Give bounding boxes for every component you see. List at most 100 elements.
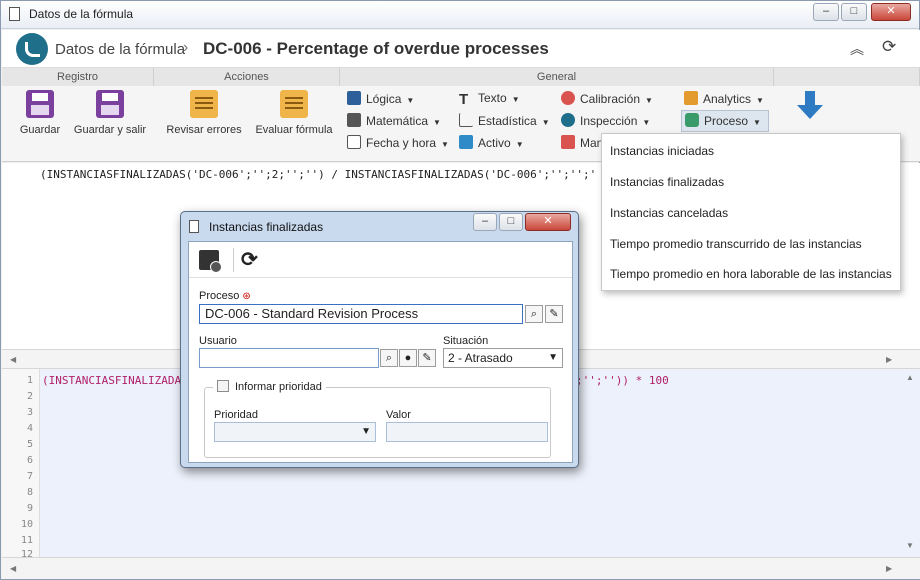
group-export-title (774, 68, 920, 86)
line-number: 2 (26, 391, 33, 402)
chevron-down-icon: ▼ (361, 426, 371, 437)
line-number: 9 (26, 503, 33, 514)
save-button[interactable]: Guardar (15, 90, 65, 136)
menu-item-instancias-canceladas[interactable]: Instancias canceladas (610, 206, 728, 220)
proceso-menu[interactable]: Proceso ▼ (681, 110, 769, 132)
valor-field[interactable] (386, 422, 548, 442)
text-t-icon: T (459, 91, 469, 108)
group-acciones-title: Acciones (154, 68, 340, 86)
minimize-button[interactable]: – (813, 3, 839, 21)
menu-item-instancias-iniciadas[interactable]: Instancias iniciadas (610, 144, 714, 158)
maintenance-icon (561, 135, 575, 149)
prioridad-label: Prioridad (214, 409, 259, 421)
line-chart-icon (459, 113, 473, 127)
estadistica-menu[interactable]: Estadística ▼ (459, 113, 550, 133)
dialog-maximize-button[interactable]: □ (499, 213, 523, 231)
menu-item-instancias-finalizadas[interactable]: Instancias finalizadas (610, 175, 724, 189)
instancias-dialog: Instancias finalizadas – □ ✕ ⟳ Proceso ⊛… (180, 211, 579, 468)
maximize-button[interactable]: □ (841, 3, 867, 21)
line-number-gutter: 1 2 3 4 5 6 7 8 9 10 11 12 (2, 369, 40, 560)
save-close-icon[interactable] (199, 250, 222, 273)
toolbar-divider (233, 248, 234, 272)
line-number: 1 (26, 375, 33, 386)
document-icon (9, 7, 20, 21)
save-exit-icon (96, 90, 124, 118)
dialog-toolbar: ⟳ (189, 242, 572, 278)
fecha-hora-menu[interactable]: Fecha y hora ▼ (347, 135, 449, 155)
logica-menu[interactable]: Lógica ▼ (347, 91, 414, 111)
editor-hscrollbar[interactable]: ◀ ▶ (2, 557, 920, 579)
texto-menu[interactable]: T Texto ▼ (459, 91, 520, 111)
close-button[interactable]: ✕ (871, 3, 911, 21)
required-icon: ⊛ (242, 291, 251, 302)
scroll-right-icon[interactable]: ▶ (886, 355, 892, 364)
dialog-body: ⟳ Proceso ⊛ DC-006 - Standard Revision P… (188, 241, 573, 463)
menu-item-tiempo-transcurrido[interactable]: Tiempo promedio transcurrido de las inst… (610, 237, 862, 251)
line-number: 11 (20, 535, 33, 546)
analytics-icon (684, 91, 698, 105)
dialog-minimize-button[interactable]: – (473, 213, 497, 231)
dialog-close-button[interactable]: ✕ (525, 213, 571, 231)
group-registro-title: Registro (2, 68, 154, 86)
line-number: 4 (26, 423, 33, 434)
informar-prioridad-legend: Informar prioridad (213, 379, 326, 393)
scroll-right-icon[interactable]: ▶ (886, 564, 892, 573)
scroll-down-icon[interactable]: ▼ (906, 541, 914, 550)
calibracion-menu[interactable]: Calibración ▼ (561, 91, 653, 111)
line-number: 3 (26, 407, 33, 418)
page-header: Datos de la fórmula › DC-006 - Percentag… (2, 30, 920, 68)
usuario-field[interactable] (199, 348, 379, 368)
menu-item-tiempo-laborable[interactable]: Tiempo promedio en hora laborable de las… (610, 267, 892, 281)
scroll-left-icon[interactable]: ◀ (10, 355, 16, 364)
line-number: 5 (26, 439, 33, 450)
evaluate-formula-button[interactable]: Evaluar fórmula (254, 90, 334, 136)
scroll-left-icon[interactable]: ◀ (10, 564, 16, 573)
title-bar: Datos de la fórmula – □ ✕ (1, 1, 919, 29)
book-icon (347, 91, 361, 105)
situacion-select[interactable]: 2 - Atrasado ▼ (443, 348, 563, 368)
search-icon[interactable]: ⌕ (525, 305, 543, 323)
save-exit-button[interactable]: Guardar y salir (70, 90, 150, 136)
gauge-icon (561, 91, 575, 105)
chevron-down-icon: ▼ (548, 352, 558, 363)
process-icon (685, 113, 699, 127)
line-number: 6 (26, 455, 33, 466)
search-icon[interactable]: ⌕ (380, 349, 398, 367)
export-arrow-icon[interactable] (797, 91, 823, 121)
matematica-menu[interactable]: Matemática ▼ (347, 113, 441, 133)
line-number: 8 (26, 487, 33, 498)
scroll-play-icon (280, 90, 308, 118)
dialog-title: Instancias finalizadas (209, 220, 324, 234)
window-title: Datos de la fórmula (29, 7, 134, 21)
informar-prioridad-checkbox[interactable] (217, 380, 229, 392)
line-number: 10 (20, 519, 33, 530)
calculator-icon (347, 113, 361, 127)
inspeccion-menu[interactable]: Inspección ▼ (561, 113, 650, 133)
line-number: 7 (26, 471, 33, 482)
situacion-label: Situación (443, 335, 489, 347)
proceso-label: Proceso ⊛ (199, 290, 251, 302)
refresh-icon[interactable]: ⟳ (882, 37, 896, 57)
valor-label: Valor (386, 409, 411, 421)
page-title: DC-006 - Percentage of overdue processes (203, 39, 549, 58)
collapse-icon[interactable]: ︽ (850, 39, 864, 59)
activo-menu[interactable]: Activo ▼ (459, 135, 524, 155)
clear-icon[interactable]: ✎ (545, 305, 563, 323)
review-errors-button[interactable]: Revisar errores (164, 90, 244, 136)
save-icon (26, 90, 54, 118)
group-general-title: General (340, 68, 774, 86)
breadcrumb-separator-icon: › (183, 39, 189, 56)
editor-line-start: (INSTANCIASFINALIZADAS (42, 374, 188, 387)
formula-text: (INSTANCIASFINALIZADAS('DC-006';'';2;'';… (40, 168, 597, 181)
usuario-label: Usuario (199, 335, 237, 347)
proceso-field[interactable]: DC-006 - Standard Revision Process (199, 304, 523, 324)
refresh-icon[interactable]: ⟳ (241, 247, 258, 272)
clear-icon[interactable]: ✎ (418, 349, 436, 367)
breadcrumb-root[interactable]: Datos de la fórmula (55, 41, 185, 58)
analytics-menu[interactable]: Analytics ▼ (684, 91, 764, 111)
document-icon (189, 220, 199, 233)
mantenimiento-menu[interactable]: Man (561, 135, 603, 155)
scroll-up-icon[interactable]: ▲ (906, 373, 914, 382)
user-icon[interactable]: ● (399, 349, 417, 367)
prioridad-select[interactable]: ▼ (214, 422, 376, 442)
